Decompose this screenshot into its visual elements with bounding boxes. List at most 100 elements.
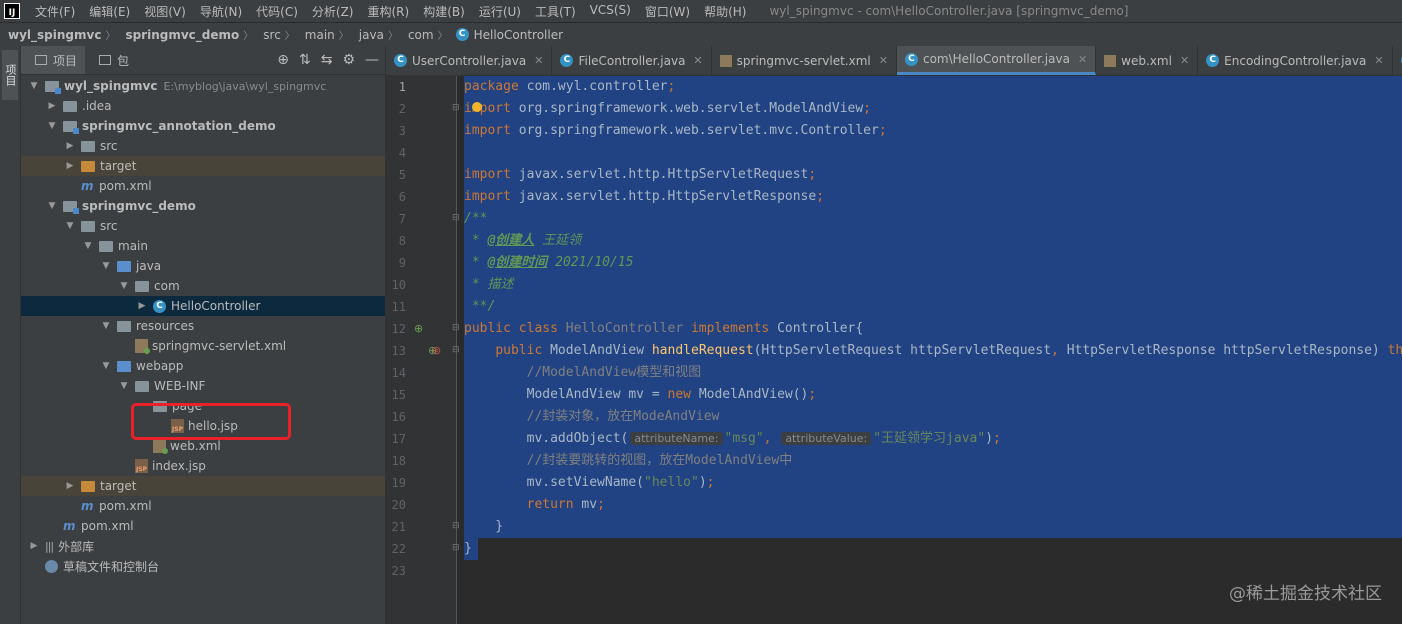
collapsed-arrow-icon[interactable]: ▶ xyxy=(137,301,147,311)
close-icon[interactable]: ✕ xyxy=(879,54,888,67)
fold-marker-icon[interactable]: ⊟ xyxy=(452,521,460,531)
code-line[interactable]: import javax.servlet.http.HttpServletReq… xyxy=(464,164,1402,186)
close-icon[interactable]: ✕ xyxy=(1374,54,1383,67)
menu-item[interactable]: VCS(S) xyxy=(583,3,638,20)
breadcrumb-item[interactable]: com xyxy=(400,28,436,42)
code-line[interactable]: //封装对象，放在ModeAndView xyxy=(464,406,1402,428)
code-line[interactable]: } xyxy=(464,538,1402,560)
tree-node[interactable]: ▼ wyl_spingmvc E:\myblog\java\wyl_spingmvc xyxy=(21,76,385,96)
code-line[interactable]: import org.springframework.web.servlet.M… xyxy=(464,98,1402,120)
tree-node[interactable]: page xyxy=(21,396,385,416)
code-line[interactable]: public ModelAndView handleRequest(HttpSe… xyxy=(464,340,1402,362)
tree-node[interactable]: ▼ resources xyxy=(21,316,385,336)
code-line[interactable]: //ModelAndView模型和视图 xyxy=(464,362,1402,384)
fold-marker-icon[interactable]: ⊟ xyxy=(452,103,460,113)
hide-panel-icon[interactable]: — xyxy=(365,52,379,68)
editor-tab[interactable]: Ccor xyxy=(1393,46,1402,75)
code-line[interactable]: ModelAndView mv = new ModelAndView(); xyxy=(464,384,1402,406)
collapsed-arrow-icon[interactable]: ▶ xyxy=(47,101,57,111)
tree-node[interactable]: m pom.xml xyxy=(21,176,385,196)
fold-marker-icon[interactable]: ⊟ xyxy=(452,345,460,355)
tree-node[interactable]: ▶ C HelloController xyxy=(21,296,385,316)
breadcrumb-item[interactable]: main xyxy=(297,28,337,42)
code-line[interactable]: import javax.servlet.http.HttpServletRes… xyxy=(464,186,1402,208)
tree-node[interactable]: ▼ springmvc_demo xyxy=(21,196,385,216)
tab-project[interactable]: 项目 xyxy=(21,46,86,74)
tree-node[interactable]: 草稿文件和控制台 xyxy=(21,556,385,576)
tree-node[interactable]: ▶ target xyxy=(21,476,385,496)
editor-tab[interactable]: Ccom\HelloController.java ✕ xyxy=(896,46,1097,75)
breadcrumb-item[interactable]: springmvc_demo xyxy=(117,28,241,42)
menu-item[interactable]: 文件(F) xyxy=(28,3,82,20)
code-line[interactable]: /** xyxy=(464,208,1402,230)
expanded-arrow-icon[interactable]: ▼ xyxy=(83,241,93,251)
code-line[interactable]: **/ xyxy=(464,296,1402,318)
expanded-arrow-icon[interactable]: ▼ xyxy=(101,261,111,271)
code-area[interactable]: package com.wyl.controller; import org.sp… xyxy=(464,76,1402,582)
tree-node[interactable]: ▼ com xyxy=(21,276,385,296)
expanded-arrow-icon[interactable]: ▼ xyxy=(119,281,129,291)
tree-node[interactable]: ▶ target xyxy=(21,156,385,176)
breadcrumb-item[interactable]: src xyxy=(255,28,283,42)
menu-item[interactable]: 窗口(W) xyxy=(638,3,697,20)
tree-node[interactable]: ▼ springmvc_annotation_demo xyxy=(21,116,385,136)
close-icon[interactable]: ✕ xyxy=(1180,54,1189,67)
code-line[interactable]: * @创建时间 2021/10/15 xyxy=(464,252,1402,274)
menu-item[interactable]: 工具(T) xyxy=(528,3,583,20)
expanded-arrow-icon[interactable]: ▼ xyxy=(101,361,111,371)
tree-node[interactable]: ▼ WEB-INF xyxy=(21,376,385,396)
tree-node[interactable]: ▼ main xyxy=(21,236,385,256)
implementation-icon[interactable]: ⊕ xyxy=(414,322,423,335)
expanded-arrow-icon[interactable]: ▼ xyxy=(47,121,57,131)
expand-all-icon[interactable]: ⇅ xyxy=(299,52,311,68)
tree-node[interactable]: JSP index.jsp xyxy=(21,456,385,476)
tree-node[interactable]: ▶ .idea xyxy=(21,96,385,116)
close-icon[interactable]: ✕ xyxy=(693,54,702,67)
collapsed-arrow-icon[interactable]: ▶ xyxy=(65,161,75,171)
gear-icon[interactable]: ⚙ xyxy=(342,52,355,68)
code-line[interactable]: mv.addObject(attributeName: "msg", attrib… xyxy=(464,428,1402,450)
tree-node[interactable]: m pom.xml xyxy=(21,496,385,516)
collapsed-arrow-icon[interactable]: ▶ xyxy=(65,481,75,491)
fold-marker-icon[interactable]: ⊟ xyxy=(452,323,460,333)
expanded-arrow-icon[interactable]: ▼ xyxy=(65,221,75,231)
tree-node[interactable]: ▼ webapp xyxy=(21,356,385,376)
expanded-arrow-icon[interactable]: ▼ xyxy=(47,201,57,211)
tree-node[interactable]: ▶ ||| 外部库 xyxy=(21,536,385,556)
fold-marker-icon[interactable]: ⊟ xyxy=(452,213,460,223)
menu-item[interactable]: 编辑(E) xyxy=(82,3,137,20)
editor-tab[interactable]: web.xml ✕ xyxy=(1096,46,1199,75)
expanded-arrow-icon[interactable]: ▼ xyxy=(29,81,39,91)
breadcrumb-item[interactable]: wyl_spingmvc xyxy=(0,28,103,42)
override-method-icon[interactable]: ⊚ xyxy=(432,344,441,357)
expanded-arrow-icon[interactable]: ▼ xyxy=(119,381,129,391)
locate-file-icon[interactable]: ⊕ xyxy=(277,52,289,68)
close-icon[interactable]: ✕ xyxy=(1078,53,1087,66)
tree-node[interactable]: m pom.xml xyxy=(21,516,385,536)
code-line[interactable]: import org.springframework.web.servlet.m… xyxy=(464,120,1402,142)
code-line[interactable]: public class HelloController implements … xyxy=(464,318,1402,340)
code-line[interactable]: } xyxy=(464,516,1402,538)
code-line[interactable]: //封装要跳转的视图，放在ModelAndView中 xyxy=(464,450,1402,472)
expanded-arrow-icon[interactable]: ▼ xyxy=(101,321,111,331)
fold-marker-icon[interactable]: ⊟ xyxy=(452,543,460,553)
tree-node[interactable]: springmvc-servlet.xml xyxy=(21,336,385,356)
menu-item[interactable]: 分析(Z) xyxy=(305,3,361,20)
code-line[interactable]: mv.setViewName("hello"); xyxy=(464,472,1402,494)
editor-tab[interactable]: C FileController.java ✕ xyxy=(552,46,712,75)
menu-item[interactable]: 代码(C) xyxy=(249,3,305,20)
breadcrumb-item[interactable]: HelloController xyxy=(474,28,565,42)
code-line[interactable]: package com.wyl.controller; xyxy=(464,76,1402,98)
tree-node[interactable]: web.xml xyxy=(21,436,385,456)
editor-tab[interactable]: springmvc-servlet.xml ✕ xyxy=(712,46,897,75)
code-editor[interactable]: 1 2 3 4 5 6 7 8 9 10 11 12 13 14 15 16 17 18 19 20 21 22 23 ⊕ ⊕ ⊚… xyxy=(386,76,1402,624)
code-line[interactable]: * @创建人 王延领 xyxy=(464,230,1402,252)
editor-tab[interactable]: C EncodingController.java ✕ xyxy=(1198,46,1393,75)
close-icon[interactable]: ✕ xyxy=(534,54,543,67)
collapsed-arrow-icon[interactable]: ▶ xyxy=(65,141,75,151)
collapse-all-icon[interactable]: ⇆ xyxy=(321,52,333,68)
code-line[interactable]: return mv; xyxy=(464,494,1402,516)
menu-item[interactable]: 重构(R) xyxy=(361,3,417,20)
tree-node[interactable]: ▼ src xyxy=(21,216,385,236)
lightbulb-icon[interactable] xyxy=(472,102,482,112)
